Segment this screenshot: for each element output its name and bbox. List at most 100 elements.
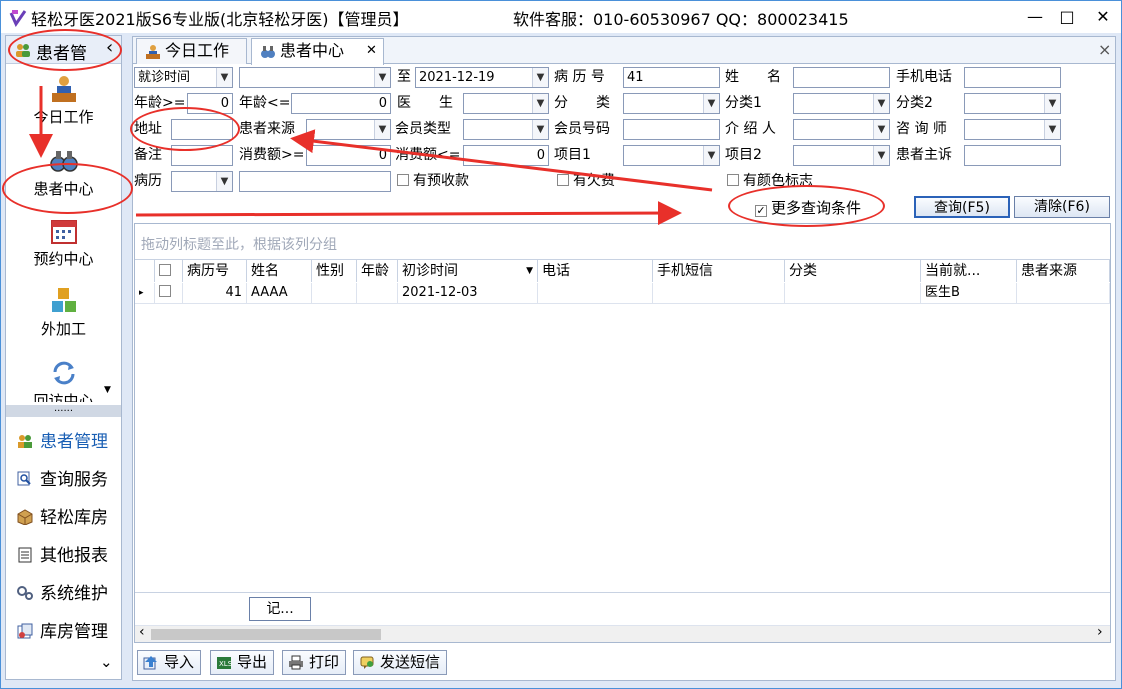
nav-list-label: 系统维护 <box>40 584 108 604</box>
patient-grid: 拖动列标题至此，根据该列分组 病历号 姓名 性别 年龄 初诊时间 ▼ 电话 手机短… <box>134 223 1111 643</box>
chevron-down-icon: ▼ <box>374 120 390 139</box>
cell-source <box>1017 283 1110 303</box>
nav-tile-outsourcing[interactable]: 外加工 <box>6 286 121 339</box>
spend-le-input[interactable]: 0 <box>463 145 549 166</box>
column-header[interactable]: 患者来源 <box>1017 260 1110 282</box>
minimize-button[interactable]: — <box>1021 5 1049 29</box>
column-header[interactable]: 初诊时间 ▼ <box>398 260 538 282</box>
item1-select[interactable]: ▼ <box>623 145 720 166</box>
checkbox-icon <box>727 174 739 186</box>
date-to-select[interactable]: 2021-12-19 ▼ <box>415 67 549 88</box>
row-indicator-icon: ▸ <box>135 283 155 303</box>
tab-today-work[interactable]: 今日工作 <box>136 38 247 64</box>
column-header[interactable]: 电话 <box>538 260 653 282</box>
tab-patient-center[interactable]: 患者中心 ✕ <box>251 38 384 65</box>
horizontal-scrollbar[interactable]: ‹ › <box>135 624 1110 642</box>
table-row[interactable]: ▸ 41 AAAA 2021-12-03 医生B <box>135 283 1110 304</box>
sort-desc-icon: ▼ <box>526 266 533 276</box>
column-header[interactable]: 当前就... <box>921 260 1017 282</box>
category1-select[interactable]: ▼ <box>793 93 890 114</box>
member-no-input[interactable] <box>623 119 720 140</box>
nav-list-system-maintenance[interactable]: 系统维护 <box>16 579 108 604</box>
query-button[interactable]: 查询(F5) <box>914 196 1010 218</box>
export-label: 导出 <box>237 653 268 671</box>
tab-close-icon[interactable]: ✕ <box>366 39 377 63</box>
nav-tile-label: 今日工作 <box>33 108 94 126</box>
export-button[interactable]: XLS 导出 <box>210 650 275 675</box>
import-button[interactable]: 导入 <box>137 650 202 675</box>
maximize-button[interactable]: □ <box>1053 5 1081 29</box>
mobile-label: 手机电话 <box>896 69 952 85</box>
consultant-select[interactable]: ▼ <box>964 119 1061 140</box>
record-no-input[interactable]: 41 <box>623 67 720 88</box>
item2-select[interactable]: ▼ <box>793 145 890 166</box>
send-sms-button[interactable]: 发送短信 <box>353 650 448 675</box>
column-header[interactable]: 性别 <box>312 260 357 282</box>
nav-list-patient-management[interactable]: 患者管理 <box>16 427 108 452</box>
title-bar: 轻松牙医2021版S6专业版(北京轻松牙医)【管理员】 软件客服：010-605… <box>0 0 1122 33</box>
mobile-input[interactable] <box>964 67 1061 88</box>
date-from-select[interactable]: ▼ <box>239 67 391 88</box>
scroll-left-icon[interactable]: ‹ <box>139 624 145 640</box>
nav-list-warehouse-management[interactable]: 库房管理 <box>16 617 108 642</box>
annotation-ellipse <box>728 185 885 227</box>
member-type-select[interactable]: ▼ <box>463 119 549 140</box>
nav-list-query-service[interactable]: 查询服务 <box>16 465 108 490</box>
column-header[interactable]: 姓名 <box>247 260 312 282</box>
scroll-right-icon[interactable]: › <box>1097 624 1103 640</box>
calendar-icon <box>50 220 77 244</box>
doctor-select[interactable]: ▼ <box>463 93 549 114</box>
date-type-select[interactable]: 就诊时间 ▼ <box>134 67 233 88</box>
column-header[interactable]: 手机短信 <box>653 260 785 282</box>
complaint-label: 患者主诉 <box>896 147 952 163</box>
checkbox-icon <box>159 264 171 276</box>
category2-label: 分类2 <box>896 95 933 111</box>
select-all-checkbox[interactable] <box>155 260 183 282</box>
window-title: 轻松牙医2021版S6专业版(北京轻松牙医)【管理员】 <box>31 10 409 29</box>
group-by-hint: 拖动列标题至此，根据该列分组 <box>141 237 337 253</box>
splitter-grip[interactable]: ...... <box>6 404 121 417</box>
print-label: 打印 <box>309 653 340 671</box>
chevron-down-icon: ▼ <box>374 68 390 87</box>
record-select[interactable]: ▼ <box>171 171 233 192</box>
close-all-tabs-icon[interactable]: × <box>1098 40 1111 59</box>
tiles-scroll-down-icon[interactable]: ▼ <box>104 385 111 395</box>
referrer-label: 介 绍 人 <box>725 121 776 137</box>
record-input[interactable] <box>239 171 391 192</box>
complaint-input[interactable] <box>964 145 1061 166</box>
age-le-input[interactable]: 0 <box>291 93 391 114</box>
member-type-label: 会员类型 <box>395 121 451 137</box>
nav-tile-followup-center[interactable]: 回访中心 <box>6 358 121 402</box>
column-header[interactable]: 分类 <box>785 260 921 282</box>
column-header[interactable]: 病历号 <box>183 260 247 282</box>
cell-category <box>785 283 921 303</box>
prepaid-checkbox[interactable]: 有预收款 <box>397 171 469 191</box>
column-header[interactable]: 年龄 <box>357 260 398 282</box>
nav-tile-label: 回访中心 <box>33 392 94 402</box>
gears-icon <box>17 586 33 600</box>
category2-select[interactable]: ▼ <box>964 93 1061 114</box>
clear-button[interactable]: 清除(F6) <box>1014 196 1110 218</box>
age-le-label: 年龄<= <box>239 95 291 111</box>
nav-tile-today-work[interactable]: 今日工作 <box>6 74 121 127</box>
scrollbar-thumb[interactable] <box>151 629 381 640</box>
name-input[interactable] <box>793 67 890 88</box>
category1-label: 分类1 <box>725 95 762 111</box>
spend-ge-input[interactable]: 0 <box>306 145 391 166</box>
date-type-value: 就诊时间 <box>138 70 191 85</box>
owed-checkbox[interactable]: 有欠费 <box>557 171 615 191</box>
prepaid-label: 有预收款 <box>413 173 469 189</box>
grid-footer: 记... <box>135 592 1110 624</box>
row-checkbox[interactable] <box>155 283 183 303</box>
nav-list-other-reports[interactable]: 其他报表 <box>16 541 108 566</box>
svg-text:XLS: XLS <box>219 660 232 668</box>
source-select[interactable]: ▼ <box>306 119 391 140</box>
nav-tile-appointment-center[interactable]: 预约中心 <box>6 216 121 269</box>
binoculars-icon <box>261 46 275 58</box>
referrer-select[interactable]: ▼ <box>793 119 890 140</box>
category-select[interactable]: ▼ <box>623 93 720 114</box>
nav-more-icon[interactable]: ⌄ <box>100 653 113 671</box>
nav-list-easy-warehouse[interactable]: 轻松库房 <box>16 503 108 528</box>
print-button[interactable]: 打印 <box>282 650 347 675</box>
close-window-button[interactable]: ✕ <box>1089 5 1117 29</box>
